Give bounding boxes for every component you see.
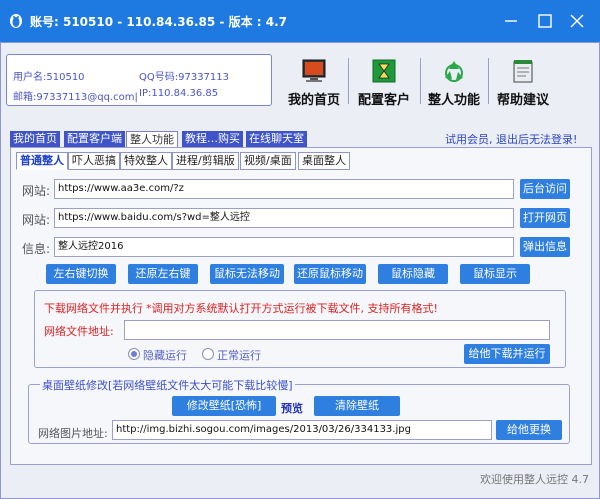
normal-run-radio[interactable] xyxy=(202,348,214,360)
download-title: 下载网络文件并执行 xyxy=(44,302,143,315)
subtab-normal-prank[interactable]: 普通整人 xyxy=(16,152,68,170)
lock-mouse-button[interactable]: 鼠标无法移动 xyxy=(210,264,284,284)
tab-home[interactable]: 我的首页 xyxy=(10,131,60,147)
footer-text: 欢迎使用整人远控 4.7 xyxy=(480,473,589,486)
nav-help-button[interactable]: 帮助建议 xyxy=(490,54,556,108)
subtab-desktop-prank[interactable]: 桌面整人 xyxy=(298,152,350,170)
swap-mouse-buttons-button[interactable]: 左右键切换 xyxy=(46,264,116,284)
image-url-label: 网络图片地址: xyxy=(38,427,108,440)
hidden-run-radio[interactable] xyxy=(128,348,140,360)
maximize-icon[interactable] xyxy=(534,10,556,32)
qq-text: QQ号码:97337113 xyxy=(139,72,230,83)
site2-input[interactable]: https://www.baidu.com/s?wd=整人远控 xyxy=(54,208,514,228)
trial-notice: 试用会员, 退出后无法登录! xyxy=(445,133,578,146)
user-info-box: 用户名:510510 QQ号码:97337113 邮箱:97337113@qq.… xyxy=(6,54,272,106)
site-label: 网站: xyxy=(22,213,51,227)
penguin-logo-icon xyxy=(10,14,22,28)
popup-info-button[interactable]: 弹出信息 xyxy=(520,237,570,257)
minimize-icon[interactable] xyxy=(500,10,522,32)
nav-help-label: 帮助建议 xyxy=(496,93,549,108)
backend-visit-button[interactable]: 后台访问 xyxy=(520,179,570,199)
site1-input[interactable]: https://www.aa3e.com/?z xyxy=(54,179,514,199)
subtab-process[interactable]: 进程/剪辑版 xyxy=(172,152,239,170)
restore-mouse-buttons-button[interactable]: 还原左右键 xyxy=(128,264,198,284)
tab-chatroom[interactable]: 在线聊天室 xyxy=(246,131,307,147)
subtab-effects[interactable]: 特效整人 xyxy=(120,152,172,170)
info-input[interactable]: 整人远控2016 xyxy=(54,237,514,257)
hidden-run-label: 隐藏运行 xyxy=(143,349,187,362)
window-title: 账号: 510510 - 110.84.36.85 - 版本 : 4.7 xyxy=(30,15,287,29)
subtab-video-desktop[interactable]: 视频/桌面 xyxy=(240,152,296,170)
username-text: 用户名:510510 xyxy=(13,72,85,83)
download-url-input[interactable] xyxy=(124,320,550,340)
open-webpage-button[interactable]: 打开网页 xyxy=(520,208,570,228)
nav-home-label: 我的首页 xyxy=(287,93,340,108)
image-url-input[interactable]: http://img.bizhi.sogou.com/images/2013/0… xyxy=(112,420,492,440)
recycle-icon xyxy=(445,61,463,82)
download-note: *调用对方系统默认打开方式运行被下载文件, 支持所有格式! xyxy=(146,302,438,315)
subtab-scare[interactable]: 吓人恶搞 xyxy=(68,152,120,170)
wallpaper-legend: 桌面壁纸修改[若网络壁纸文件太大可能下载比较慢] xyxy=(40,377,295,393)
email-text: 邮箱:97337113@qq.com| xyxy=(13,92,138,103)
download-run-button[interactable]: 给他下载并运行 xyxy=(464,344,550,364)
nav-home-button[interactable]: 我的首页 xyxy=(282,54,346,108)
apply-wallpaper-button[interactable]: 给他更换 xyxy=(496,420,562,440)
normal-run-label: 正常运行 xyxy=(217,349,261,362)
close-icon[interactable] xyxy=(566,10,588,32)
tab-tutorial-buy[interactable]: 教程…购买 xyxy=(182,131,243,147)
monitor-icon xyxy=(302,59,326,82)
show-mouse-button[interactable]: 鼠标显示 xyxy=(460,264,530,284)
restore-mouse-move-button[interactable]: 还原鼠标移动 xyxy=(294,264,366,284)
download-url-label: 网络文件地址: xyxy=(44,325,114,338)
preview-link[interactable]: 预览 xyxy=(281,400,303,416)
nav-divider xyxy=(420,58,421,104)
ip-text: IP:110.84.36.85 xyxy=(139,88,219,99)
tab-prank-functions[interactable]: 整人功能 xyxy=(126,131,178,147)
title-bar: 账号: 510510 - 110.84.36.85 - 版本 : 4.7 xyxy=(0,0,600,42)
nav-prank-label: 整人功能 xyxy=(427,93,480,108)
info-label: 信息: xyxy=(22,242,51,256)
notepad-icon xyxy=(513,60,533,83)
site-label: 网站: xyxy=(22,184,51,198)
nav-config-button[interactable]: 配置客户 xyxy=(350,54,418,108)
clear-wallpaper-button[interactable]: 清除壁纸 xyxy=(314,396,400,416)
modify-wallpaper-button[interactable]: 修改壁纸[恐怖] xyxy=(172,396,276,416)
nav-divider xyxy=(348,58,349,104)
hide-mouse-button[interactable]: 鼠标隐藏 xyxy=(378,264,448,284)
nav-divider xyxy=(488,58,489,104)
tab-config-client[interactable]: 配置客户端 xyxy=(64,131,125,147)
nav-config-label: 配置客户 xyxy=(357,93,410,108)
nav-prank-button[interactable]: 整人功能 xyxy=(422,54,486,108)
hourglass-icon xyxy=(372,59,396,83)
